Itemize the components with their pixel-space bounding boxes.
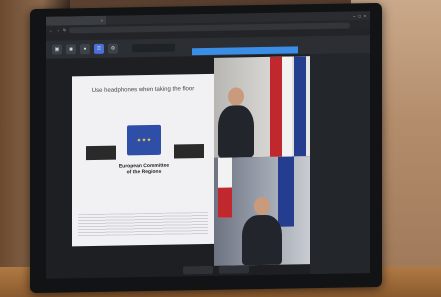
- flag-poland-white: [282, 56, 292, 157]
- forward-icon[interactable]: →: [56, 28, 60, 33]
- share-screen-icon[interactable]: ▣: [52, 44, 62, 55]
- speaker-head: [228, 87, 244, 106]
- close-icon[interactable]: ×: [101, 18, 103, 23]
- video-tile-2[interactable]: [214, 156, 310, 266]
- panel-item[interactable]: [313, 60, 367, 61]
- close-window-icon[interactable]: ×: [364, 13, 366, 18]
- flag-eu: [294, 56, 306, 157]
- language-image-left: [86, 145, 116, 161]
- organization-name: European Committee of the Regions: [110, 162, 178, 176]
- window-controls: – □ ×: [353, 13, 366, 18]
- org-name-line2: of the Regions: [126, 168, 162, 176]
- settings-icon[interactable]: ⚙: [108, 43, 118, 54]
- panel-item[interactable]: [313, 56, 367, 57]
- back-icon[interactable]: ←: [49, 28, 53, 33]
- minimize-icon[interactable]: –: [353, 13, 355, 18]
- participants-icon[interactable]: ☰: [94, 43, 104, 54]
- participant-body: [242, 214, 282, 266]
- participant-head: [254, 196, 270, 216]
- monitor: × – □ × ← → ↻ ▣ ◉ ● ☰ ⚙ Use headphones w…: [30, 2, 382, 294]
- slide-footer-text: [78, 211, 208, 237]
- meeting-controls: [166, 265, 266, 277]
- panel-item[interactable]: [313, 60, 367, 61]
- eu-stars-icon: ✦✦✦: [136, 137, 152, 144]
- flag-poland-red: [270, 56, 282, 157]
- panel-item[interactable]: [313, 60, 367, 61]
- reload-icon[interactable]: ↻: [63, 27, 66, 32]
- flag-eu: [278, 156, 294, 227]
- cor-logo: ✦✦✦: [127, 124, 161, 156]
- panel-item[interactable]: [313, 60, 367, 61]
- panel-item[interactable]: [313, 60, 367, 61]
- participants-panel: [310, 53, 370, 275]
- maximize-icon[interactable]: □: [358, 13, 360, 18]
- control-button-left[interactable]: [183, 265, 213, 275]
- screen: × – □ × ← → ↻ ▣ ◉ ● ☰ ⚙ Use headphones w…: [46, 11, 370, 279]
- slide-title: Use headphones when taking the floor: [91, 86, 195, 94]
- video-tile-1[interactable]: [214, 56, 310, 158]
- flag-red: [218, 187, 232, 218]
- control-button-right[interactable]: [219, 265, 249, 274]
- speaker-body: [218, 105, 254, 158]
- microphone-icon[interactable]: ●: [80, 44, 90, 55]
- shared-slide: Use headphones when taking the floor ✦✦✦…: [72, 73, 214, 247]
- search-input[interactable]: [132, 43, 175, 53]
- language-image-right: [174, 144, 204, 159]
- camera-icon[interactable]: ◉: [66, 44, 76, 55]
